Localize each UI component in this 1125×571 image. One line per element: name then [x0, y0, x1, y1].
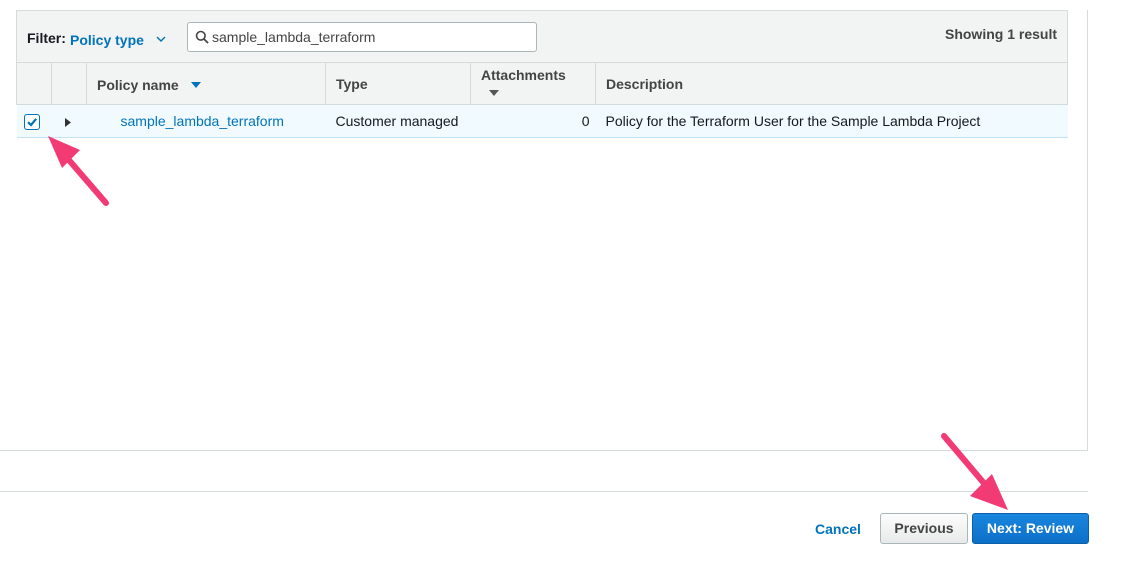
- header-attachments-label: Attachments: [481, 66, 566, 83]
- sort-down-icon: [190, 75, 201, 91]
- header-expand: [51, 62, 87, 105]
- header-type[interactable]: Type: [325, 62, 471, 105]
- filter-bar: Filter: Policy type Showing 1 result: [16, 10, 1068, 62]
- chevron-down-icon: [156, 30, 166, 46]
- policy-list-panel: Filter: Policy type Showing 1 result Pol…: [0, 10, 1088, 451]
- policy-type-cell: Customer managed: [325, 104, 471, 138]
- row-expand-cell: [51, 104, 87, 138]
- search-box: [187, 22, 537, 52]
- search-icon: [195, 30, 209, 49]
- policy-name-cell: sample_lambda_terraform: [86, 104, 326, 138]
- search-input[interactable]: [212, 27, 522, 47]
- row-select-cell: [16, 104, 52, 138]
- policy-type-filter-dropdown[interactable]: Policy type: [70, 30, 166, 48]
- table-header-row: Policy name Type Attachments Description: [16, 62, 1068, 105]
- header-policy-name[interactable]: Policy name: [86, 62, 326, 105]
- attachments-cell: 0: [470, 104, 596, 138]
- expand-caret-icon[interactable]: [64, 114, 71, 130]
- header-description[interactable]: Description: [595, 62, 1068, 105]
- header-type-label: Type: [336, 75, 368, 92]
- next-review-button[interactable]: Next: Review: [972, 513, 1089, 544]
- footer-divider: [0, 491, 1088, 492]
- table-row[interactable]: sample_lambda_terraform Customer managed…: [16, 104, 1068, 138]
- description-cell: Policy for the Terraform User for the Sa…: [595, 104, 1068, 138]
- header-select: [16, 62, 52, 105]
- policy-type-filter-value: Policy type: [70, 32, 144, 48]
- header-description-label: Description: [606, 75, 684, 92]
- policy-name-link[interactable]: sample_lambda_terraform: [121, 113, 284, 129]
- row-checkbox[interactable]: [23, 113, 40, 130]
- result-count: Showing 1 result: [944, 26, 1057, 42]
- header-policy-name-label: Policy name: [97, 76, 179, 93]
- sort-down-icon: [489, 83, 499, 99]
- previous-button[interactable]: Previous: [880, 513, 968, 544]
- cancel-button[interactable]: Cancel: [806, 514, 870, 544]
- header-attachments[interactable]: Attachments: [470, 62, 596, 105]
- filter-label: Filter:: [27, 30, 66, 46]
- checkmark-icon: [26, 117, 37, 127]
- policy-table: Policy name Type Attachments Description: [16, 62, 1068, 138]
